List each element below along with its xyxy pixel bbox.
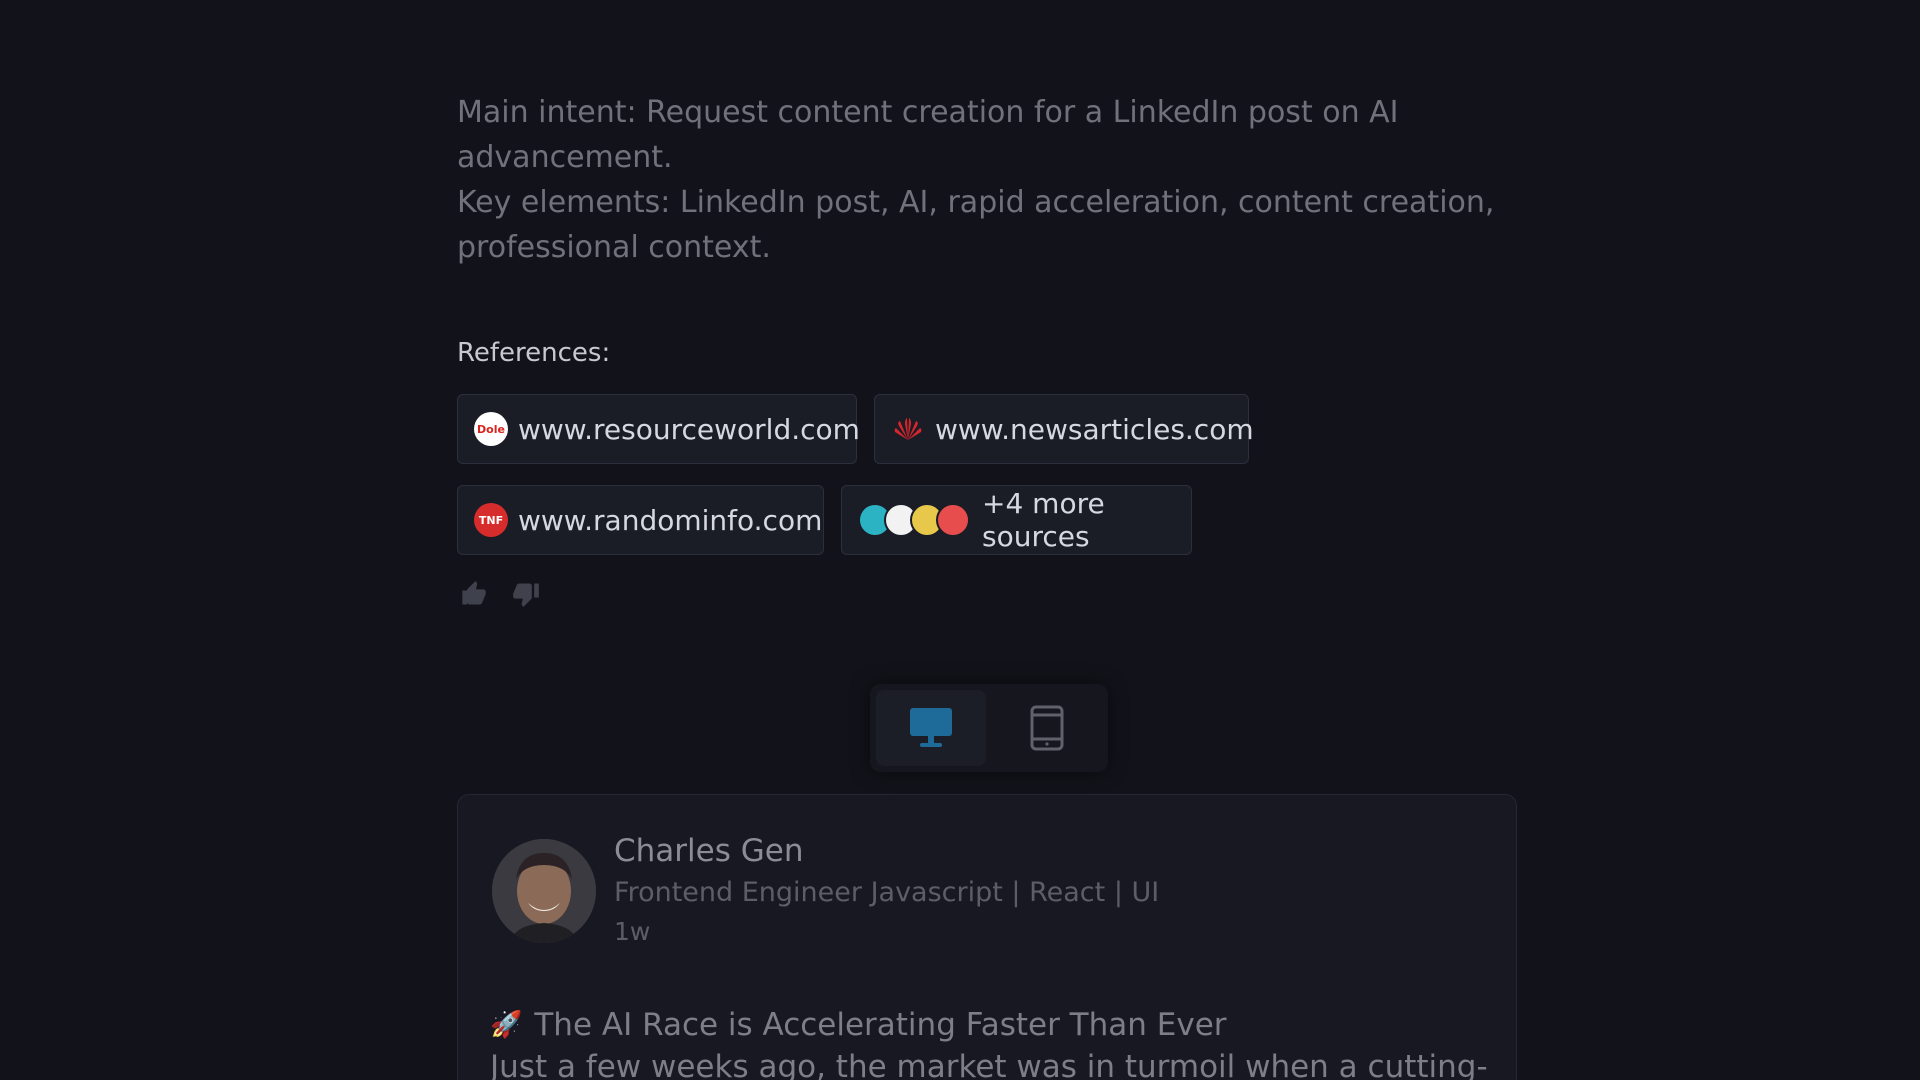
chat-response-panel: Main intent: Request content creation fo… — [0, 0, 1920, 1080]
more-sources-button[interactable]: +4 more sources — [841, 485, 1192, 555]
more-sources-label: +4 more sources — [982, 487, 1105, 553]
references-label: References: — [457, 338, 611, 368]
main-intent-text: Main intent: Request content creation fo… — [457, 95, 1399, 175]
reference-chip-resourceworld[interactable]: Dole www.resourceworld.com — [457, 394, 860, 464]
view-toggle — [870, 684, 1108, 772]
post-headline: 🚀 The AI Race is Accelerating Faster Tha… — [490, 1007, 1227, 1043]
thumbs-up-icon[interactable] — [460, 580, 488, 608]
rocket-icon: 🚀 — [490, 1010, 523, 1040]
mobile-view-button[interactable] — [992, 690, 1102, 766]
linkedin-post-preview: Charles Gen Frontend Engineer Javascript… — [457, 794, 1517, 1080]
post-author-name: Charles Gen — [614, 833, 804, 869]
source-favicons-stack — [858, 503, 970, 537]
intent-summary: Main intent: Request content creation fo… — [457, 90, 1517, 270]
avatar — [492, 839, 596, 943]
reference-url: www.resourceworld.com — [518, 412, 860, 446]
desktop-view-button[interactable] — [876, 690, 986, 766]
source-favicon-icon — [936, 503, 970, 537]
reference-url: www.newsarticles.com — [935, 412, 1254, 446]
thumbs-down-icon[interactable] — [512, 580, 540, 608]
huawei-logo-icon — [891, 412, 925, 446]
post-headline-text: The AI Race is Accelerating Faster Than … — [534, 1007, 1227, 1043]
key-elements-text: Key elements: LinkedIn post, AI, rapid a… — [457, 185, 1495, 265]
mobile-icon — [1030, 705, 1064, 751]
post-body-text: Just a few weeks ago, the market was in … — [490, 1049, 1488, 1080]
post-author-title: Frontend Engineer Javascript | React | U… — [614, 877, 1160, 908]
reference-chip-newsarticles[interactable]: www.newsarticles.com — [874, 394, 1254, 464]
desktop-icon — [910, 708, 952, 747]
reference-url: www.randominfo.com — [518, 503, 823, 537]
post-timestamp: 1w — [614, 917, 651, 946]
north-face-logo-icon: TNF — [474, 503, 508, 537]
dole-logo-icon: Dole — [474, 412, 508, 446]
reference-chip-randominfo[interactable]: TNF www.randominfo.com — [457, 485, 824, 555]
